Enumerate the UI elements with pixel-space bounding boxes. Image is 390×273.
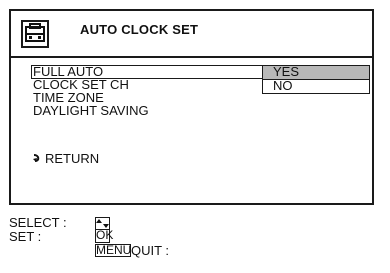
tv-menu-icon	[21, 20, 49, 48]
quit-label: QUIT :	[131, 243, 170, 258]
set-label: SET :	[9, 229, 42, 244]
page-title: AUTO CLOCK SET	[80, 22, 199, 37]
menu-screen: AUTO CLOCK SET FULL AUTO CLOCK SET CH TI…	[9, 9, 374, 205]
return-arrow-icon	[32, 151, 42, 166]
ok-key: OK	[95, 228, 114, 243]
auto-clock-menu: FULL AUTO CLOCK SET CH TIME ZONE DAYLIGH…	[31, 65, 263, 118]
menu-key: MENU	[95, 243, 132, 257]
option-no[interactable]: NO	[263, 79, 369, 93]
select-label: SELECT :	[9, 215, 67, 230]
return-button[interactable]: RETURN	[32, 151, 99, 166]
full-auto-options: YES NO	[262, 65, 370, 94]
menu-header: AUTO CLOCK SET	[11, 11, 372, 58]
return-label: RETURN	[45, 151, 100, 166]
menu-item-daylight-saving[interactable]: DAYLIGHT SAVING	[31, 104, 263, 118]
